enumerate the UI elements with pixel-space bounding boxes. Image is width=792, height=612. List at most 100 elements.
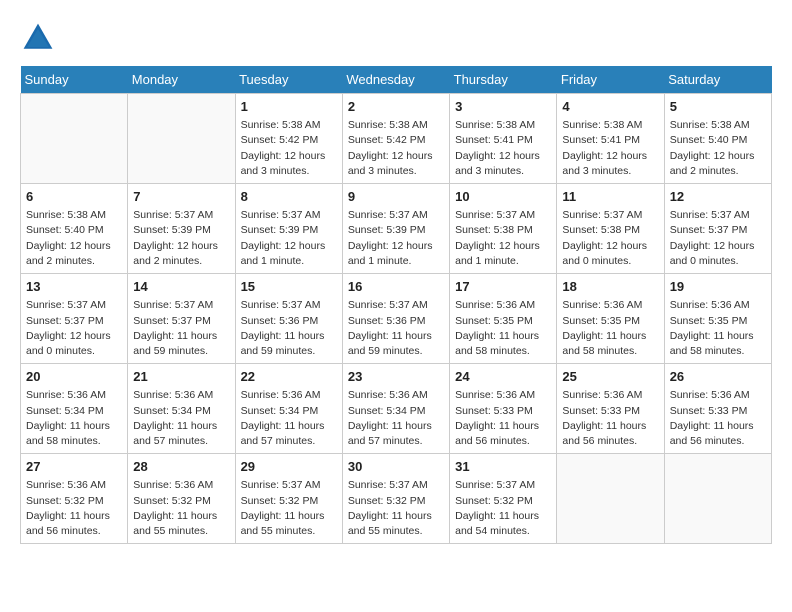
calendar-cell: 7 Sunrise: 5:37 AMSunset: 5:39 PMDaylight… <box>128 184 235 274</box>
weekday-header-saturday: Saturday <box>664 66 771 94</box>
calendar-cell: 19 Sunrise: 5:36 AMSunset: 5:35 PMDayligh… <box>664 274 771 364</box>
weekday-header-friday: Friday <box>557 66 664 94</box>
day-info: Sunrise: 5:36 AMSunset: 5:35 PMDaylight:… <box>455 298 551 359</box>
day-info: Sunrise: 5:38 AMSunset: 5:40 PMDaylight:… <box>670 118 766 179</box>
day-info: Sunrise: 5:36 AMSunset: 5:32 PMDaylight:… <box>26 478 122 539</box>
day-number: 20 <box>26 368 122 386</box>
day-number: 2 <box>348 98 444 116</box>
calendar-cell <box>128 94 235 184</box>
day-info: Sunrise: 5:37 AMSunset: 5:38 PMDaylight:… <box>562 208 658 269</box>
day-info: Sunrise: 5:36 AMSunset: 5:35 PMDaylight:… <box>670 298 766 359</box>
day-number: 4 <box>562 98 658 116</box>
day-number: 11 <box>562 188 658 206</box>
day-number: 30 <box>348 458 444 476</box>
calendar-cell: 11 Sunrise: 5:37 AMSunset: 5:38 PMDayligh… <box>557 184 664 274</box>
calendar-week-row: 1 Sunrise: 5:38 AMSunset: 5:42 PMDaylight… <box>21 94 772 184</box>
calendar-cell <box>664 454 771 544</box>
day-number: 23 <box>348 368 444 386</box>
calendar-cell: 29 Sunrise: 5:37 AMSunset: 5:32 PMDayligh… <box>235 454 342 544</box>
calendar-cell <box>21 94 128 184</box>
day-number: 28 <box>133 458 229 476</box>
calendar-cell: 14 Sunrise: 5:37 AMSunset: 5:37 PMDayligh… <box>128 274 235 364</box>
day-info: Sunrise: 5:36 AMSunset: 5:32 PMDaylight:… <box>133 478 229 539</box>
day-info: Sunrise: 5:37 AMSunset: 5:36 PMDaylight:… <box>348 298 444 359</box>
day-info: Sunrise: 5:37 AMSunset: 5:32 PMDaylight:… <box>241 478 337 539</box>
day-number: 3 <box>455 98 551 116</box>
day-number: 8 <box>241 188 337 206</box>
calendar-cell: 13 Sunrise: 5:37 AMSunset: 5:37 PMDayligh… <box>21 274 128 364</box>
day-info: Sunrise: 5:36 AMSunset: 5:33 PMDaylight:… <box>455 388 551 449</box>
calendar-cell: 21 Sunrise: 5:36 AMSunset: 5:34 PMDayligh… <box>128 364 235 454</box>
day-info: Sunrise: 5:37 AMSunset: 5:32 PMDaylight:… <box>455 478 551 539</box>
day-info: Sunrise: 5:37 AMSunset: 5:39 PMDaylight:… <box>348 208 444 269</box>
weekday-header-monday: Monday <box>128 66 235 94</box>
logo-icon <box>20 20 56 56</box>
day-info: Sunrise: 5:38 AMSunset: 5:42 PMDaylight:… <box>348 118 444 179</box>
calendar-cell: 17Sunrise: 5:36 AMSunset: 5:35 PMDayligh… <box>450 274 557 364</box>
day-info: Sunrise: 5:36 AMSunset: 5:34 PMDaylight:… <box>26 388 122 449</box>
calendar-week-row: 6 Sunrise: 5:38 AMSunset: 5:40 PMDaylight… <box>21 184 772 274</box>
calendar-cell: 23 Sunrise: 5:36 AMSunset: 5:34 PMDayligh… <box>342 364 449 454</box>
day-info: Sunrise: 5:38 AMSunset: 5:42 PMDaylight:… <box>241 118 337 179</box>
day-number: 12 <box>670 188 766 206</box>
calendar-cell: 26 Sunrise: 5:36 AMSunset: 5:33 PMDayligh… <box>664 364 771 454</box>
calendar-week-row: 13 Sunrise: 5:37 AMSunset: 5:37 PMDayligh… <box>21 274 772 364</box>
day-info: Sunrise: 5:36 AMSunset: 5:33 PMDaylight:… <box>670 388 766 449</box>
calendar-week-row: 20 Sunrise: 5:36 AMSunset: 5:34 PMDayligh… <box>21 364 772 454</box>
calendar-table: SundayMondayTuesdayWednesdayThursdayFrid… <box>20 66 772 544</box>
calendar-cell: 28 Sunrise: 5:36 AMSunset: 5:32 PMDayligh… <box>128 454 235 544</box>
calendar-cell: 27 Sunrise: 5:36 AMSunset: 5:32 PMDayligh… <box>21 454 128 544</box>
day-info: Sunrise: 5:37 AMSunset: 5:39 PMDaylight:… <box>241 208 337 269</box>
calendar-cell: 15Sunrise: 5:37 AMSunset: 5:36 PMDayligh… <box>235 274 342 364</box>
day-info: Sunrise: 5:37 AMSunset: 5:32 PMDaylight:… <box>348 478 444 539</box>
calendar-cell: 10Sunrise: 5:37 AMSunset: 5:38 PMDayligh… <box>450 184 557 274</box>
day-number: 14 <box>133 278 229 296</box>
day-info: Sunrise: 5:36 AMSunset: 5:34 PMDaylight:… <box>133 388 229 449</box>
day-number: 1 <box>241 98 337 116</box>
calendar-cell: 1 Sunrise: 5:38 AMSunset: 5:42 PMDaylight… <box>235 94 342 184</box>
weekday-header-tuesday: Tuesday <box>235 66 342 94</box>
page-header <box>20 20 772 56</box>
day-info: Sunrise: 5:38 AMSunset: 5:41 PMDaylight:… <box>455 118 551 179</box>
weekday-header-sunday: Sunday <box>21 66 128 94</box>
calendar-cell: 6 Sunrise: 5:38 AMSunset: 5:40 PMDaylight… <box>21 184 128 274</box>
calendar-cell: 4 Sunrise: 5:38 AMSunset: 5:41 PMDaylight… <box>557 94 664 184</box>
calendar-cell: 8 Sunrise: 5:37 AMSunset: 5:39 PMDaylight… <box>235 184 342 274</box>
calendar-cell: 9 Sunrise: 5:37 AMSunset: 5:39 PMDaylight… <box>342 184 449 274</box>
day-number: 25 <box>562 368 658 386</box>
calendar-cell: 25 Sunrise: 5:36 AMSunset: 5:33 PMDayligh… <box>557 364 664 454</box>
day-number: 7 <box>133 188 229 206</box>
day-number: 31 <box>455 458 551 476</box>
calendar-cell: 12Sunrise: 5:37 AMSunset: 5:37 PMDayligh… <box>664 184 771 274</box>
day-number: 13 <box>26 278 122 296</box>
day-number: 19 <box>670 278 766 296</box>
day-number: 29 <box>241 458 337 476</box>
calendar-cell: 24Sunrise: 5:36 AMSunset: 5:33 PMDayligh… <box>450 364 557 454</box>
day-number: 9 <box>348 188 444 206</box>
day-info: Sunrise: 5:37 AMSunset: 5:37 PMDaylight:… <box>133 298 229 359</box>
calendar-cell: 18Sunrise: 5:36 AMSunset: 5:35 PMDayligh… <box>557 274 664 364</box>
day-info: Sunrise: 5:38 AMSunset: 5:40 PMDaylight:… <box>26 208 122 269</box>
calendar-cell: 31 Sunrise: 5:37 AMSunset: 5:32 PMDayligh… <box>450 454 557 544</box>
weekday-header-thursday: Thursday <box>450 66 557 94</box>
day-number: 26 <box>670 368 766 386</box>
day-info: Sunrise: 5:38 AMSunset: 5:41 PMDaylight:… <box>562 118 658 179</box>
day-number: 5 <box>670 98 766 116</box>
day-info: Sunrise: 5:36 AMSunset: 5:33 PMDaylight:… <box>562 388 658 449</box>
day-number: 21 <box>133 368 229 386</box>
day-number: 6 <box>26 188 122 206</box>
day-number: 27 <box>26 458 122 476</box>
calendar-cell: 16Sunrise: 5:37 AMSunset: 5:36 PMDayligh… <box>342 274 449 364</box>
calendar-cell <box>557 454 664 544</box>
calendar-cell: 30 Sunrise: 5:37 AMSunset: 5:32 PMDayligh… <box>342 454 449 544</box>
day-number: 15 <box>241 278 337 296</box>
day-info: Sunrise: 5:36 AMSunset: 5:34 PMDaylight:… <box>348 388 444 449</box>
calendar-cell: 20 Sunrise: 5:36 AMSunset: 5:34 PMDayligh… <box>21 364 128 454</box>
day-info: Sunrise: 5:37 AMSunset: 5:39 PMDaylight:… <box>133 208 229 269</box>
day-info: Sunrise: 5:37 AMSunset: 5:37 PMDaylight:… <box>26 298 122 359</box>
weekday-header-wednesday: Wednesday <box>342 66 449 94</box>
day-number: 22 <box>241 368 337 386</box>
calendar-cell: 22 Sunrise: 5:36 AMSunset: 5:34 PMDayligh… <box>235 364 342 454</box>
day-info: Sunrise: 5:36 AMSunset: 5:34 PMDaylight:… <box>241 388 337 449</box>
calendar-cell: 2 Sunrise: 5:38 AMSunset: 5:42 PMDaylight… <box>342 94 449 184</box>
